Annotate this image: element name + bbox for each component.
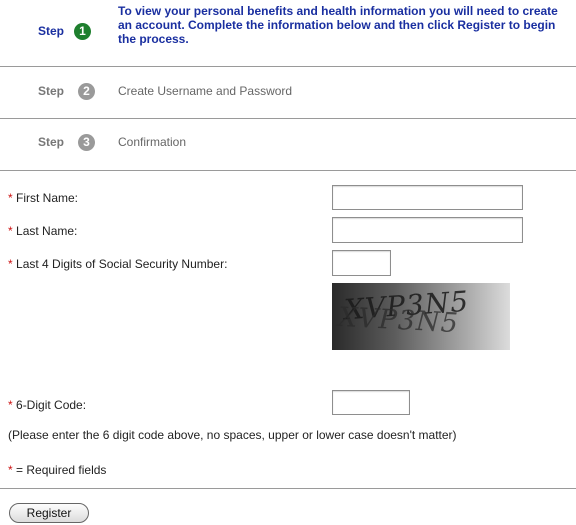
step-3-number-icon: 3: [78, 134, 95, 151]
last-name-input[interactable]: [332, 217, 523, 243]
ssn-label: Last 4 Digits of Social Security Number:: [16, 257, 228, 271]
divider: [0, 488, 576, 489]
captcha-input[interactable]: [332, 390, 410, 415]
first-name-label: First Name:: [16, 191, 79, 205]
step-2-number-icon: 2: [78, 83, 95, 100]
captcha-label: 6-Digit Code:: [16, 398, 87, 412]
ssn-input[interactable]: [332, 250, 391, 276]
step-1-number-icon: 1: [74, 23, 91, 40]
last-name-label-row: * Last Name:: [8, 224, 77, 238]
step-3-description: Confirmation: [118, 135, 187, 149]
captcha-image: XVP3N5 XVP3N5: [332, 283, 510, 350]
step-1-label: Step: [38, 24, 65, 38]
captcha-label-row: * 6-Digit Code:: [8, 398, 86, 412]
step-2-description: Create Username and Password: [118, 84, 293, 98]
ssn-label-row: * Last 4 Digits of Social Security Numbe…: [8, 257, 227, 271]
required-marker: *: [8, 463, 13, 477]
step-1-description: To view your personal benefits and healt…: [118, 4, 558, 46]
required-note-row: * = Required fields: [8, 463, 106, 477]
last-name-label: Last Name:: [16, 224, 78, 238]
captcha-hint: (Please enter the 6 digit code above, no…: [8, 428, 457, 442]
required-marker: *: [8, 224, 13, 238]
step-2-label: Step: [38, 84, 65, 98]
first-name-label-row: * First Name:: [8, 191, 78, 205]
step-3-label: Step: [38, 135, 65, 149]
first-name-input[interactable]: [332, 185, 523, 210]
captcha-text: XVP3N5: [337, 301, 460, 340]
divider: [0, 118, 576, 119]
required-marker: *: [8, 257, 13, 271]
required-marker: *: [8, 398, 13, 412]
divider: [0, 66, 576, 67]
required-note: = Required fields: [16, 463, 107, 477]
required-marker: *: [8, 191, 13, 205]
divider: [0, 170, 576, 171]
register-button[interactable]: Register: [9, 503, 89, 523]
